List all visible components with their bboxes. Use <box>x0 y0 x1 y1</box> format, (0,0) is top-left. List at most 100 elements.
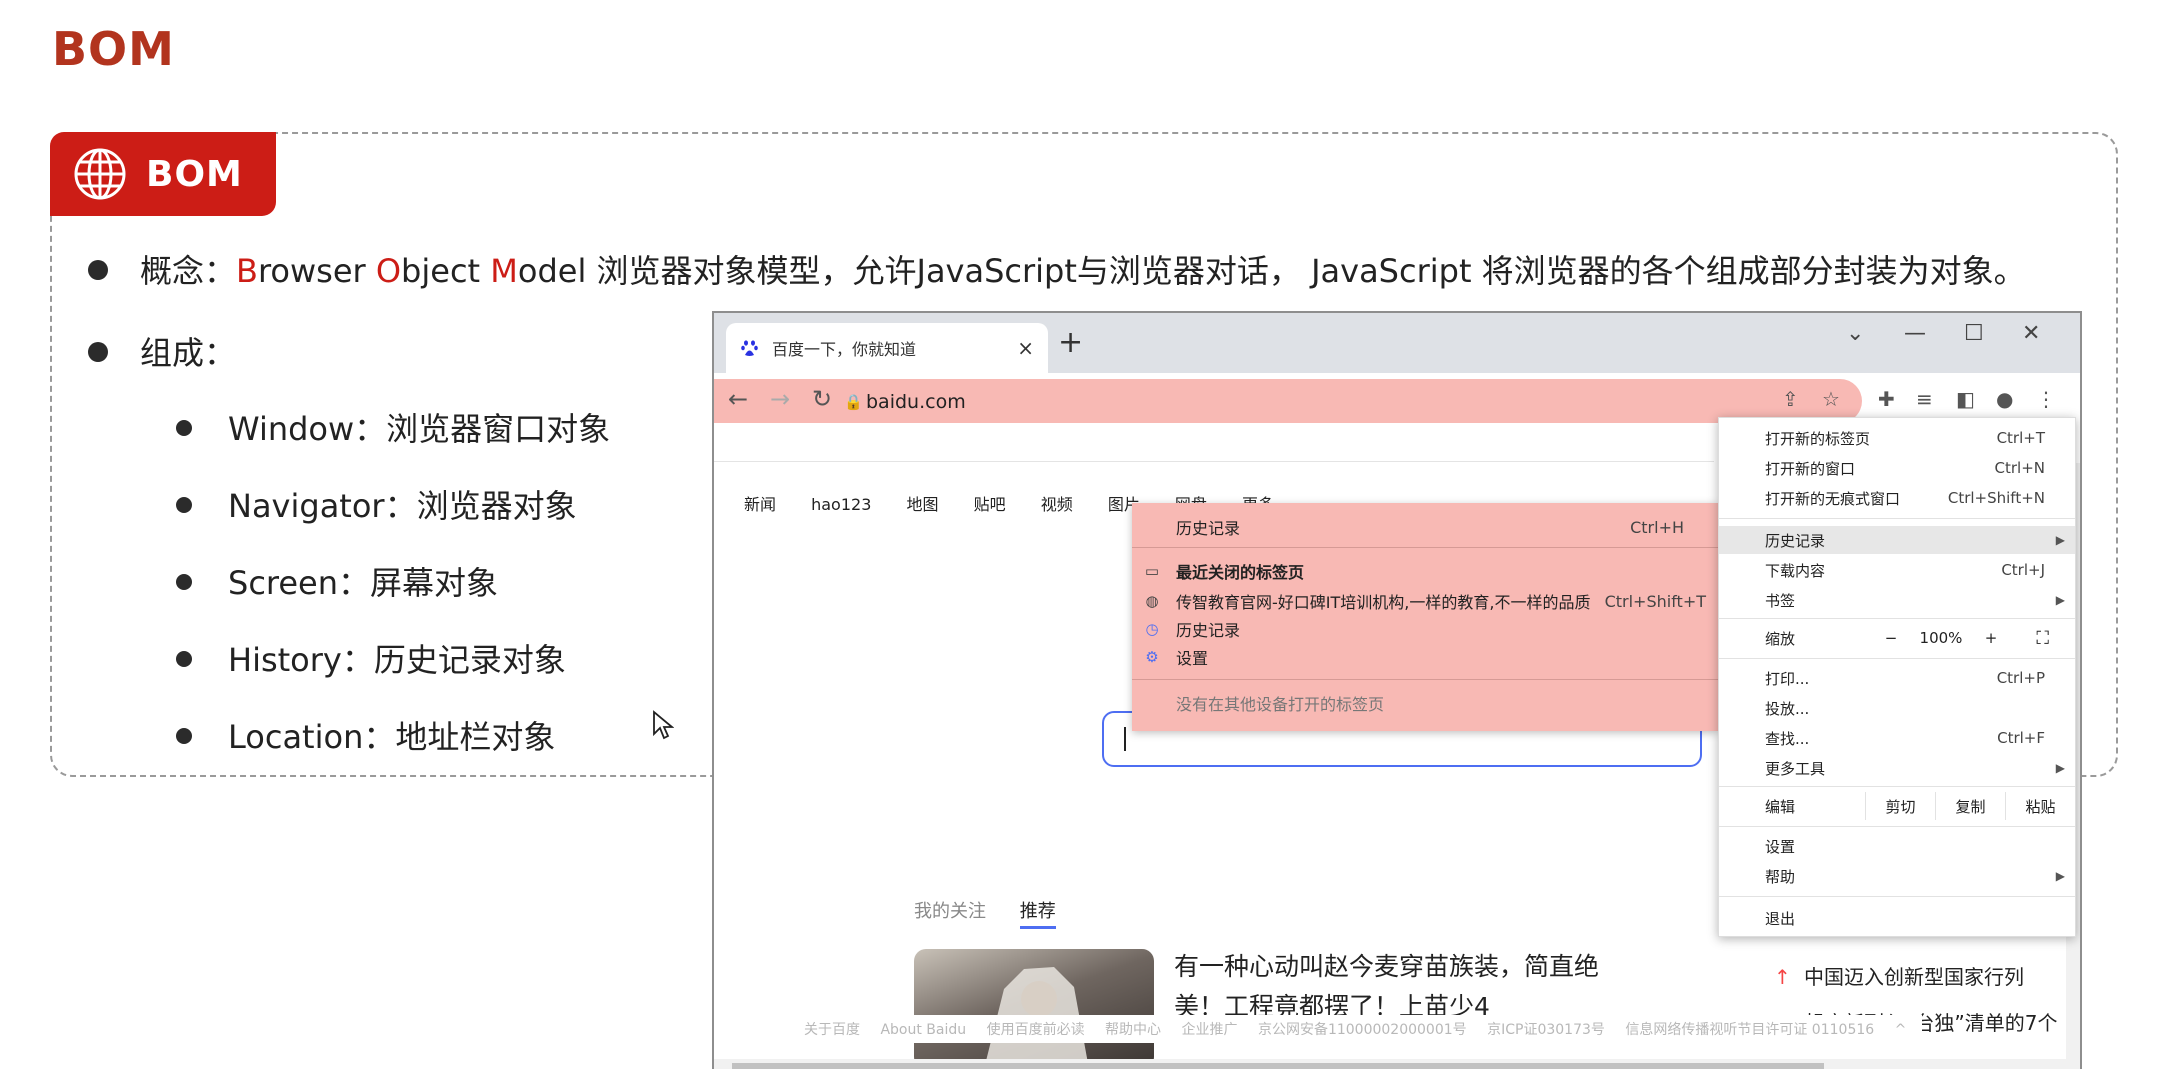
footer-link[interactable]: 帮助中心 <box>1105 1022 1161 1038</box>
mouse-cursor-icon <box>653 710 674 740</box>
bullet-icon <box>176 728 192 744</box>
maximize-button[interactable]: ☐ <box>1964 321 1984 346</box>
bullet-icon <box>88 260 108 280</box>
submenu-recent-entry[interactable]: ◍ 传智教育官网-好口碑IT培训机构,一样的教育,不一样的品质 Ctrl+Shift… <box>1132 587 1718 615</box>
menu-exit[interactable]: 退出 <box>1719 904 2075 932</box>
cut-button[interactable]: 剪切 <box>1865 792 1935 820</box>
hot-text: 中国迈入创新型国家行列 <box>1804 965 2024 989</box>
menu-bookmarks[interactable]: 书签 ▶ <box>1719 586 2075 614</box>
nav-link-tieba[interactable]: 贴吧 <box>974 495 1006 514</box>
concept-prefix: 概念： <box>140 252 237 290</box>
concept-letter-o: O <box>375 252 402 290</box>
concept-letter-m: M <box>490 252 518 290</box>
bullet-icon <box>176 574 192 590</box>
menu-new-tab[interactable]: 打开新的标签页 Ctrl+T <box>1719 424 2075 452</box>
horizontal-scrollbar[interactable] <box>714 1059 2080 1069</box>
browser-tab[interactable]: 百度一下，你就知道 × <box>726 323 1048 373</box>
share-icon[interactable]: ⇪ <box>1782 387 1799 411</box>
menu-incognito[interactable]: 打开新的无痕式窗口 Ctrl+Shift+N <box>1719 484 2075 512</box>
concept-line: 概念：Browser Object Model 浏览器对象模型，允许JavaSc… <box>88 246 2026 292</box>
menu-label: 退出 <box>1765 909 1796 928</box>
scrollbar-thumb[interactable] <box>732 1063 1824 1069</box>
forward-arrow-icon[interactable]: → <box>770 385 790 413</box>
footer-link[interactable]: 信息网络传播视听节目许可证 0110516 <box>1625 1022 1874 1038</box>
copy-button[interactable]: 复制 <box>1935 792 2005 820</box>
footer-link[interactable]: 关于百度 <box>804 1022 860 1038</box>
menu-new-window[interactable]: 打开新的窗口 Ctrl+N <box>1719 454 2075 482</box>
chevron-right-icon: ▶ <box>2055 593 2065 607</box>
menu-label: 设置 <box>1765 837 1796 856</box>
menu-divider <box>1719 658 2075 659</box>
history-submenu: 历史记录 Ctrl+H ▭ 最近关闭的标签页 ◍ 传智教育官网-好口碑IT培训机构,一… <box>1132 503 1718 731</box>
hot-item[interactable]: ↑ 中国迈入创新型国家行列 <box>1774 961 2024 990</box>
tab-close-button[interactable]: × <box>1017 336 1034 360</box>
back-arrow-icon[interactable]: ← <box>728 385 748 413</box>
reading-list-icon[interactable]: ≡ <box>1916 387 1933 411</box>
extensions-icon[interactable]: ✚ <box>1878 387 1895 411</box>
minimize-button[interactable]: — <box>1904 321 1926 346</box>
submenu-label: 最近关闭的标签页 <box>1176 563 1305 582</box>
bullet-icon <box>176 497 192 513</box>
menu-downloads[interactable]: 下载内容 Ctrl+J <box>1719 556 2075 584</box>
submenu-label: 历史记录 <box>1176 621 1241 640</box>
chevron-up-icon[interactable]: ^ <box>1895 1022 1907 1038</box>
submenu-recent-closed: ▭ 最近关闭的标签页 <box>1132 557 1718 585</box>
shortcut-label: Ctrl+J <box>2001 561 2045 579</box>
close-window-button[interactable]: ✕ <box>2022 321 2040 346</box>
star-icon[interactable]: ☆ <box>1822 387 1840 411</box>
zoom-in-button[interactable]: + <box>1971 629 2011 647</box>
footer-link[interactable]: About Baidu <box>880 1022 966 1038</box>
nav-link-video[interactable]: 视频 <box>1041 495 1073 514</box>
list-item: History：历史记录对象 <box>176 635 610 712</box>
menu-edit: 编辑 剪切 复制 粘贴 <box>1719 792 2075 820</box>
menu-cast[interactable]: 投放... <box>1719 694 2075 722</box>
submenu-label: 历史记录 <box>1176 519 1241 538</box>
nav-link-hao123[interactable]: hao123 <box>811 495 871 514</box>
menu-kebab-icon[interactable]: ⋮ <box>2036 387 2056 411</box>
footer-link[interactable]: 使用百度前必读 <box>987 1022 1085 1038</box>
menu-find[interactable]: 查找... Ctrl+F <box>1719 724 2075 752</box>
footer-link[interactable]: 京公网安备11000002000001号 <box>1258 1022 1467 1038</box>
zoom-out-button[interactable]: − <box>1871 629 1911 647</box>
footer-link[interactable]: 企业推广 <box>1182 1022 1238 1038</box>
menu-label: 打开新的标签页 <box>1765 429 1871 448</box>
submenu-history-header[interactable]: 历史记录 Ctrl+H <box>1132 513 1718 541</box>
list-item: Navigator：浏览器对象 <box>176 481 610 558</box>
profile-icon[interactable]: ● <box>1996 387 2013 411</box>
menu-print[interactable]: 打印... Ctrl+P <box>1719 664 2075 692</box>
browser-window: 百度一下，你就知道 × + ⌄ — ☐ ✕ ← → ↻ 🔒 baidu.com … <box>712 311 2082 1069</box>
chevron-right-icon: ▶ <box>2055 761 2065 775</box>
menu-settings[interactable]: 设置 <box>1719 832 2075 860</box>
slide-title: BOM <box>52 22 175 76</box>
menu-history[interactable]: 历史记录 ▶ <box>1719 526 2075 554</box>
list-item: Window：浏览器窗口对象 <box>176 404 610 481</box>
nav-link-map[interactable]: 地图 <box>906 495 938 514</box>
tab-search-button[interactable]: ⌄ <box>1846 321 1864 346</box>
footer-link[interactable]: 京ICP证030173号 <box>1487 1022 1605 1038</box>
reload-icon[interactable]: ↻ <box>812 385 832 413</box>
tag-label: BOM <box>146 153 243 195</box>
nav-link-news[interactable]: 新闻 <box>744 495 776 514</box>
menu-help[interactable]: 帮助 ▶ <box>1719 862 2075 890</box>
title-bar: 百度一下，你就知道 × + ⌄ — ☐ ✕ <box>714 313 2080 373</box>
menu-label: 投放... <box>1765 699 1810 718</box>
menu-more-tools[interactable]: 更多工具 ▶ <box>1719 754 2075 782</box>
tab-following[interactable]: 我的关注 <box>914 901 986 922</box>
menu-label: 下载内容 <box>1765 561 1826 580</box>
new-tab-button[interactable]: + <box>1058 325 1083 360</box>
shortcut-label: Ctrl+F <box>1997 729 2045 747</box>
fullscreen-icon[interactable]: ⛶ <box>2036 628 2049 649</box>
composition-line: 组成： <box>88 328 236 374</box>
toolbar-divider <box>714 461 1714 462</box>
menu-divider <box>1719 896 2075 897</box>
news-thumbnail[interactable] <box>914 949 1154 1069</box>
history-clock-icon: ◷ <box>1145 620 1159 638</box>
submenu-history-link[interactable]: ◷ 历史记录 <box>1132 615 1718 643</box>
tab-recommended[interactable]: 推荐 <box>1019 901 1056 929</box>
paste-button[interactable]: 粘贴 <box>2005 792 2075 820</box>
zoom-controls: − 100% + <box>1871 624 2011 652</box>
list-item: Screen：屏幕对象 <box>176 558 610 635</box>
submenu-settings-link[interactable]: ⚙ 设置 <box>1132 643 1718 671</box>
address-input[interactable]: baidu.com <box>866 391 966 413</box>
side-panel-icon[interactable]: ◧ <box>1956 387 1975 411</box>
